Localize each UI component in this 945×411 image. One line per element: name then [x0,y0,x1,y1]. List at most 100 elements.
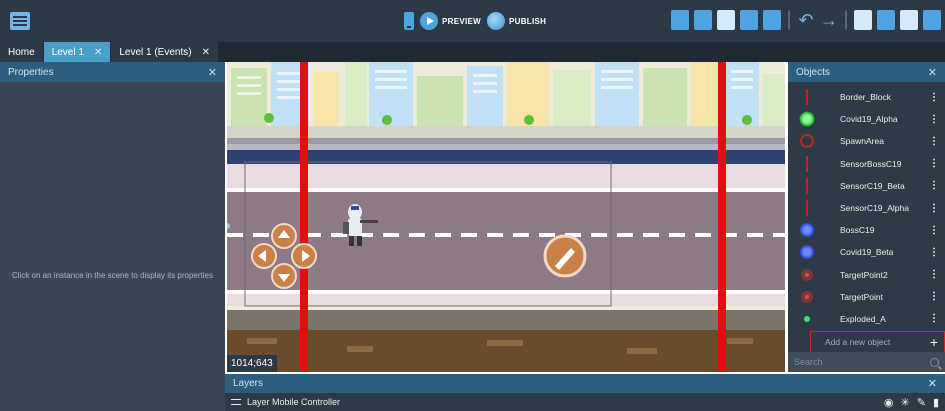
object-label: SensorC19_Alpha [840,203,909,214]
object-label: SpawnArea [840,136,884,147]
layers-header: Layers ✕ [225,374,945,393]
objects-list: Border_Block ⋮ Covid19_Alpha ⋮ SpawnArea… [788,86,945,330]
green-dot-icon [796,308,818,330]
close-icon[interactable]: ✕ [208,66,217,79]
search-input[interactable] [794,357,914,367]
lighting-icon[interactable]: ✳ [901,396,910,409]
redo-icon[interactable]: → [820,10,838,30]
scene-artwork [227,62,785,372]
more-icon[interactable]: ⋮ [927,225,941,236]
editor-tools: ↶ → [671,10,941,30]
more-icon[interactable]: ⋮ [927,247,941,258]
object-label: Covid19_Beta [840,247,894,258]
visibility-eye-icon[interactable]: ◉ [884,396,894,409]
object-label: SensorBossC19 [840,158,902,169]
object-label: BossC19 [840,225,875,236]
list-item[interactable]: SensorC19_Beta ⋮ [788,175,945,197]
drag-handle-icon[interactable] [231,399,241,405]
tab-level-1[interactable]: Level 1 ✕ [43,42,111,62]
toolbar-divider [845,10,847,30]
layer-item[interactable]: Layer Mobile Controller ◉ ✳ ✎ ▮ [225,393,945,411]
toolbar-divider [788,10,790,30]
more-icon[interactable]: ⋮ [927,114,941,125]
instances-list-icon[interactable] [763,10,781,30]
more-icon[interactable]: ⋮ [927,291,941,302]
list-item[interactable]: SensorBossC19 ⋮ [788,153,945,175]
publish-button[interactable]: PUBLISH [487,12,546,30]
list-item[interactable]: Exploded_A ⋮ [788,308,945,330]
object-label: SensorC19_Beta [840,180,905,191]
red-ring-icon [796,130,818,152]
properties-empty-message: Click on an instance in the scene to dis… [12,271,213,280]
preview-button[interactable]: PREVIEW [420,12,481,30]
edit-pencil-icon[interactable]: ✎ [917,396,926,409]
more-icon[interactable]: ⋮ [927,136,941,147]
layer-actions: ◉ ✳ ✎ ▮ [884,396,939,409]
list-item[interactable]: TargetPoint2 ⋮ [788,264,945,286]
tab-label: Level 1 [51,46,84,58]
undo-icon[interactable]: ↶ [797,10,815,30]
objects-header: Objects ✕ [788,62,945,82]
border-block-right [718,62,726,372]
editor-tabs: Home Level 1 ✕ Level 1 (Events) ✕ [0,42,945,62]
properties-panel: Properties ✕ Click on an instance in the… [0,62,225,411]
export-icon[interactable] [923,10,941,30]
close-icon[interactable]: ✕ [928,377,937,390]
fire-button [543,234,587,278]
layer-label: Layer Mobile Controller [247,397,341,407]
list-item[interactable]: Covid19_Beta ⋮ [788,241,945,263]
more-icon[interactable]: ⋮ [927,180,941,191]
edit-properties-icon[interactable] [717,10,735,30]
trash-icon[interactable]: ▮ [933,396,939,409]
list-item[interactable]: Covid19_Alpha ⋮ [788,108,945,130]
red-line-icon [796,86,818,108]
close-icon[interactable]: ✕ [928,66,937,79]
more-icon[interactable]: ⋮ [927,203,941,214]
properties-header: Properties ✕ [0,62,225,82]
object-groups-icon[interactable] [694,10,712,30]
tab-home[interactable]: Home [0,42,43,62]
add-object-button[interactable]: Add a new object + [810,331,945,353]
object-label: Exploded_A [840,313,886,324]
list-item[interactable]: SpawnArea ⋮ [788,130,945,152]
objects-title: Objects [796,66,830,78]
preview-publish-group: PREVIEW PUBLISH [404,10,546,32]
grid-icon[interactable] [877,10,895,30]
mobile-preview-icon[interactable] [404,12,414,30]
list-item[interactable]: Border_Block ⋮ [788,86,945,108]
layers-panel: Layers ✕ Layer Mobile Controller ◉ ✳ ✎ ▮ [225,374,945,411]
blue-virus-icon [796,241,818,263]
zoom-icon[interactable] [900,10,918,30]
search-icon[interactable] [930,357,939,367]
close-icon[interactable]: ✕ [202,47,210,58]
scene-canvas[interactable]: 1014;643 [227,62,785,372]
properties-title: Properties [8,66,54,78]
object-label: TargetPoint2 [840,269,888,280]
layers-title: Layers [233,378,264,389]
list-item[interactable]: BossC19 ⋮ [788,219,945,241]
more-icon[interactable]: ⋮ [927,158,941,169]
green-virus-icon [796,108,818,130]
tab-label: Level 1 (Events) [119,46,192,58]
red-line-icon [796,175,818,197]
plus-icon: + [929,334,938,350]
add-object-label: Add a new object [825,337,891,347]
globe-icon [487,12,505,30]
close-icon[interactable]: ✕ [94,47,102,58]
app-menu-icon[interactable] [10,12,30,30]
target-icon [796,286,818,308]
list-item[interactable]: TargetPoint ⋮ [788,286,945,308]
more-icon[interactable]: ⋮ [927,269,941,280]
more-icon[interactable]: ⋮ [927,313,941,324]
publish-label: PUBLISH [509,16,547,26]
play-icon [420,12,438,30]
more-icon[interactable]: ⋮ [927,92,941,103]
layers-icon[interactable] [740,10,758,30]
scene-properties-icon[interactable] [854,10,872,30]
preview-label: PREVIEW [442,16,481,26]
objects-panel-icon[interactable] [671,10,689,30]
object-label: Border_Block [840,92,892,103]
list-item[interactable]: SensorC19_Alpha ⋮ [788,197,945,219]
blue-virus-icon [796,219,818,241]
tab-level-1-events[interactable]: Level 1 (Events) ✕ [111,42,218,62]
